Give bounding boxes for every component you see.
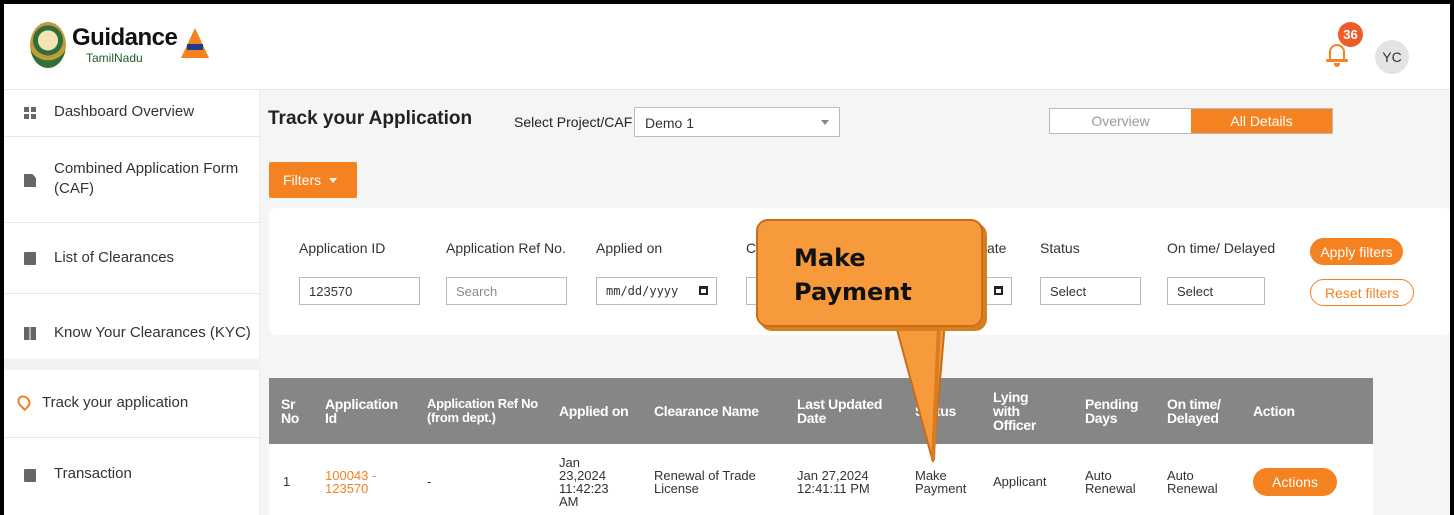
list-icon	[24, 252, 36, 265]
ontime-select[interactable]: Select	[1167, 277, 1265, 305]
applied-on-date-input[interactable]: mm/dd/yyyy	[596, 277, 717, 305]
project-select[interactable]: Demo 1	[634, 107, 840, 137]
col-last-updated: Last Updated Date	[797, 396, 883, 426]
sidebar-item-label: Know Your Clearances (KYC)	[54, 324, 251, 341]
grid-icon	[24, 107, 36, 120]
sidebar: Dashboard Overview Combined Application …	[4, 90, 260, 515]
sidebar-item-dashboard[interactable]: Dashboard Overview	[4, 90, 260, 137]
project-select-value: Demo 1	[645, 115, 695, 131]
col-ontime: On time/ Delayed	[1167, 396, 1221, 426]
cell-sr: 1	[283, 474, 291, 489]
ref-no-input[interactable]: Search	[446, 277, 567, 305]
col-sr-no: Sr No	[281, 396, 300, 426]
date-label: ate	[987, 240, 1007, 256]
cell-pending-days: Auto Renewal	[1085, 467, 1136, 496]
table-body: 1 100043 - 123570 - Jan 23,2024 11:42:23…	[269, 444, 1373, 515]
notification-badge: 36	[1338, 22, 1363, 47]
col-application-id: Application Id	[325, 396, 398, 426]
sidebar-item-label: Dashboard Overview	[54, 103, 195, 120]
callout-text: Make Payment	[794, 244, 912, 306]
cell-lying-with: Applicant	[993, 474, 1047, 489]
location-pin-icon	[14, 392, 34, 412]
sidebar-item-kyc[interactable]: Know Your Clearances (KYC)	[4, 294, 260, 359]
col-action: Action	[1253, 403, 1295, 419]
calendar-icon[interactable]	[994, 286, 1003, 295]
col-ref-no: Application Ref No (from dept.)	[427, 396, 538, 425]
page-title: Track your Application	[268, 108, 473, 129]
make-payment-callout: Make Payment	[756, 219, 983, 327]
sidebar-item-clearances[interactable]: List of Clearances	[4, 223, 260, 294]
card-icon	[24, 469, 36, 482]
calendar-icon[interactable]	[699, 286, 708, 295]
application-id-input[interactable]: 123570	[299, 277, 420, 305]
logo-subtitle: TamilNadu	[86, 51, 143, 65]
cell-clearance-name: Renewal of Trade License	[654, 467, 756, 496]
date-input[interactable]	[984, 277, 1012, 305]
col-lying-with: Lying with Officer	[993, 389, 1037, 433]
status-select[interactable]: Select	[1040, 277, 1141, 305]
col-pending-days: Pending Days	[1085, 396, 1139, 426]
cell-last-updated: Jan 27,2024 12:41:11 PM	[797, 467, 870, 496]
tab-overview[interactable]: Overview	[1050, 109, 1191, 133]
chevron-down-icon	[821, 120, 829, 125]
cell-applied-on: Jan 23,2024 11:42:23 AM	[559, 454, 609, 509]
reset-filters-button[interactable]: Reset filters	[1310, 279, 1414, 306]
sidebar-item-label: Transaction	[54, 465, 132, 482]
ontime-label: On time/ Delayed	[1167, 240, 1276, 256]
sidebar-item-label: Track your application	[42, 394, 189, 411]
sidebar-item-track[interactable]: Track your application	[4, 370, 260, 438]
filters-button[interactable]: Filters	[269, 162, 357, 198]
top-header: Guidance TamilNadu 36 YC	[4, 4, 1450, 90]
col-clearance-name: Clearance Name	[654, 403, 759, 419]
table-header: Sr No Application Id Application Ref No …	[269, 378, 1373, 444]
tab-all-details[interactable]: All Details	[1191, 109, 1332, 133]
logo-triangle-icon	[181, 28, 210, 58]
sidebar-item-label: List of Clearances	[54, 249, 175, 266]
filters-button-label: Filters	[283, 172, 322, 188]
cell-ref-no: -	[427, 474, 432, 489]
callout-pointer	[893, 322, 947, 462]
applications-table: Sr No Application Id Application Ref No …	[269, 378, 1373, 515]
apply-filters-button[interactable]: Apply filters	[1310, 238, 1403, 265]
app-frame: Guidance TamilNadu 36 YC Dashboard Overv…	[4, 4, 1450, 515]
col-applied-on: Applied on	[559, 403, 629, 419]
application-id-label: Application ID	[299, 240, 386, 256]
ref-no-label: Application Ref No.	[446, 240, 566, 256]
caret-down-icon	[329, 177, 338, 183]
cell-ontime: Auto Renewal	[1167, 467, 1218, 496]
logo-title: Guidance	[72, 24, 178, 51]
book-icon	[24, 327, 36, 340]
sidebar-item-label: Combined Application Form (CAF)	[54, 160, 239, 197]
view-toggle: Overview All Details	[1049, 108, 1333, 134]
actions-button[interactable]: Actions	[1253, 468, 1337, 496]
applied-on-label: Applied on	[596, 240, 663, 256]
sidebar-item-caf[interactable]: Combined Application Form (CAF)	[4, 137, 260, 223]
sidebar-item-transaction[interactable]: Transaction	[4, 438, 260, 514]
tamilnadu-emblem-icon	[30, 22, 66, 68]
logo[interactable]: Guidance TamilNadu	[30, 22, 210, 68]
user-avatar[interactable]: YC	[1375, 40, 1409, 74]
status-label: Status	[1040, 240, 1080, 256]
sidebar-divider	[4, 359, 260, 370]
document-icon	[24, 174, 36, 187]
cell-app-id-link[interactable]: 100043 - 123570	[325, 444, 395, 515]
project-select-label: Select Project/CAF	[514, 114, 633, 130]
